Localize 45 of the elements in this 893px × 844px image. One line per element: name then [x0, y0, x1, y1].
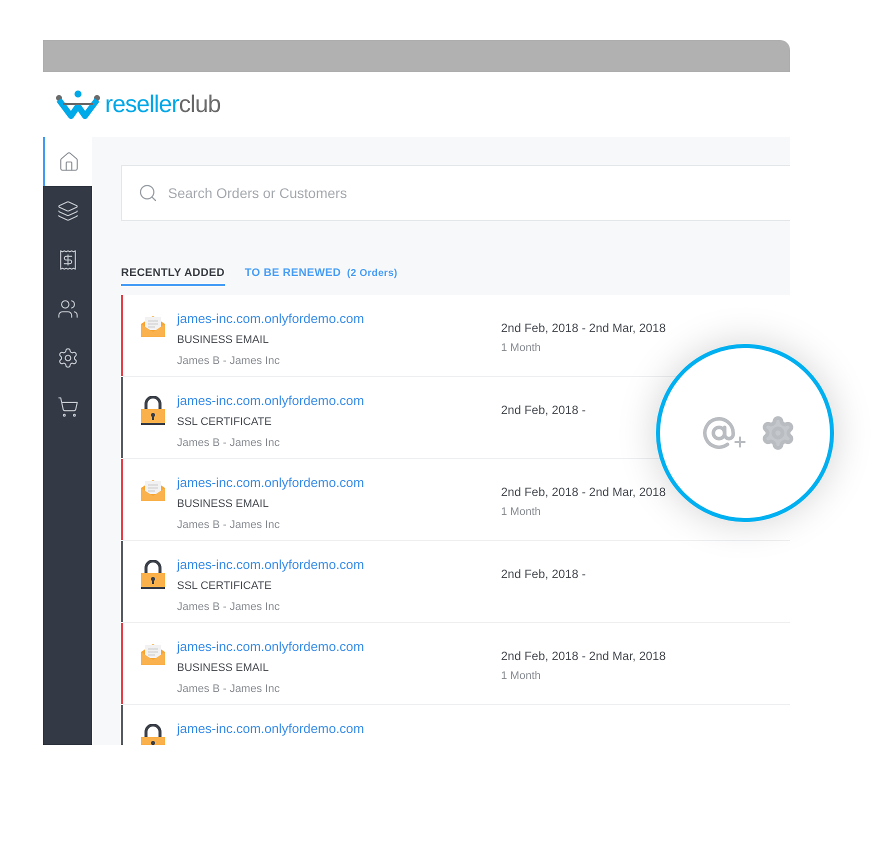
- layers-icon: [56, 200, 78, 222]
- product-type: BUSINESS EMAIL: [177, 496, 270, 512]
- product-type: BUSINESS EMAIL: [177, 332, 270, 348]
- order-term: 1 Month: [501, 341, 542, 356]
- cart-icon: [56, 396, 78, 418]
- order-dates: 2nd Feb, 2018 - 2nd Mar, 2018: [501, 320, 666, 337]
- logo-icon: [55, 90, 101, 120]
- domain-link[interactable]: james-inc.com.onlyfordemo.com: [177, 637, 501, 656]
- domain-link[interactable]: james-inc.com.onlyfordemo.com: [177, 473, 501, 492]
- home-icon: [58, 150, 80, 172]
- order-dates: 2nd Feb, 2018 -: [501, 402, 586, 419]
- domain-link[interactable]: james-inc.com.onlyfordemo.com: [177, 391, 501, 410]
- customer-name: James B - James Inc: [177, 436, 281, 451]
- users-icon: [56, 298, 78, 320]
- order-term: 1 Month: [501, 669, 542, 684]
- envelope-icon: [140, 642, 166, 666]
- search-icon: [138, 183, 158, 203]
- order-dates: 2nd Feb, 2018 -: [501, 566, 586, 583]
- settings-icon: [56, 346, 78, 368]
- domain-link[interactable]: james-inc.com.onlyfordemo.com: [177, 555, 501, 574]
- order-dates: 2nd Feb, 2018 - 2nd Mar, 2018: [501, 648, 666, 665]
- product-type: SSL CERTIFICATE: [177, 578, 273, 594]
- brand-name: resellerclub: [105, 92, 221, 116]
- domain-link[interactable]: james-inc.com.onlyfordemo.com: [177, 719, 501, 738]
- customer-name: James B - James Inc: [177, 682, 281, 697]
- tab[interactable]: RECENTLY ADDED: [121, 265, 225, 286]
- customer-name: James B - James Inc: [177, 600, 281, 615]
- padlock-icon: [140, 396, 166, 426]
- customer-name: James B - James Inc: [177, 354, 281, 369]
- envelope-icon: [140, 478, 166, 502]
- order-row[interactable]: james-inc.com.onlyfordemo.com: [121, 705, 790, 745]
- tab[interactable]: TO BE RENEWED (2 Orders): [244, 265, 398, 286]
- order-row[interactable]: james-inc.com.onlyfordemo.com SSL CERTIFICATE James B - James Inc 2nd Feb, 2018 -: [121, 541, 790, 622]
- padlock-icon: [140, 560, 166, 590]
- product-type: BUSINESS EMAIL: [177, 660, 270, 676]
- padlock-icon: [140, 724, 166, 745]
- customer-name: James B - James Inc: [177, 518, 281, 533]
- order-dates: 2nd Feb, 2018 - 2nd Mar, 2018: [501, 484, 666, 501]
- order-term: 1 Month: [501, 505, 542, 520]
- order-row[interactable]: james-inc.com.onlyfordemo.com BUSINESS EMAIL James B - James Inc 2nd Feb, 2018 - 2nd Mar, 2018 1 Month: [121, 623, 790, 704]
- search-field[interactable]: Search Orders or Customers: [121, 165, 790, 221]
- domain-link[interactable]: james-inc.com.onlyfordemo.com: [177, 309, 501, 328]
- envelope-icon: [140, 314, 166, 338]
- product-type: SSL CERTIFICATE: [177, 414, 273, 430]
- order-row[interactable]: james-inc.com.onlyfordemo.com BUSINESS EMAIL James B - James Inc 2nd Feb, 2018 - 2nd Mar, 2018 1 Month: [121, 295, 790, 376]
